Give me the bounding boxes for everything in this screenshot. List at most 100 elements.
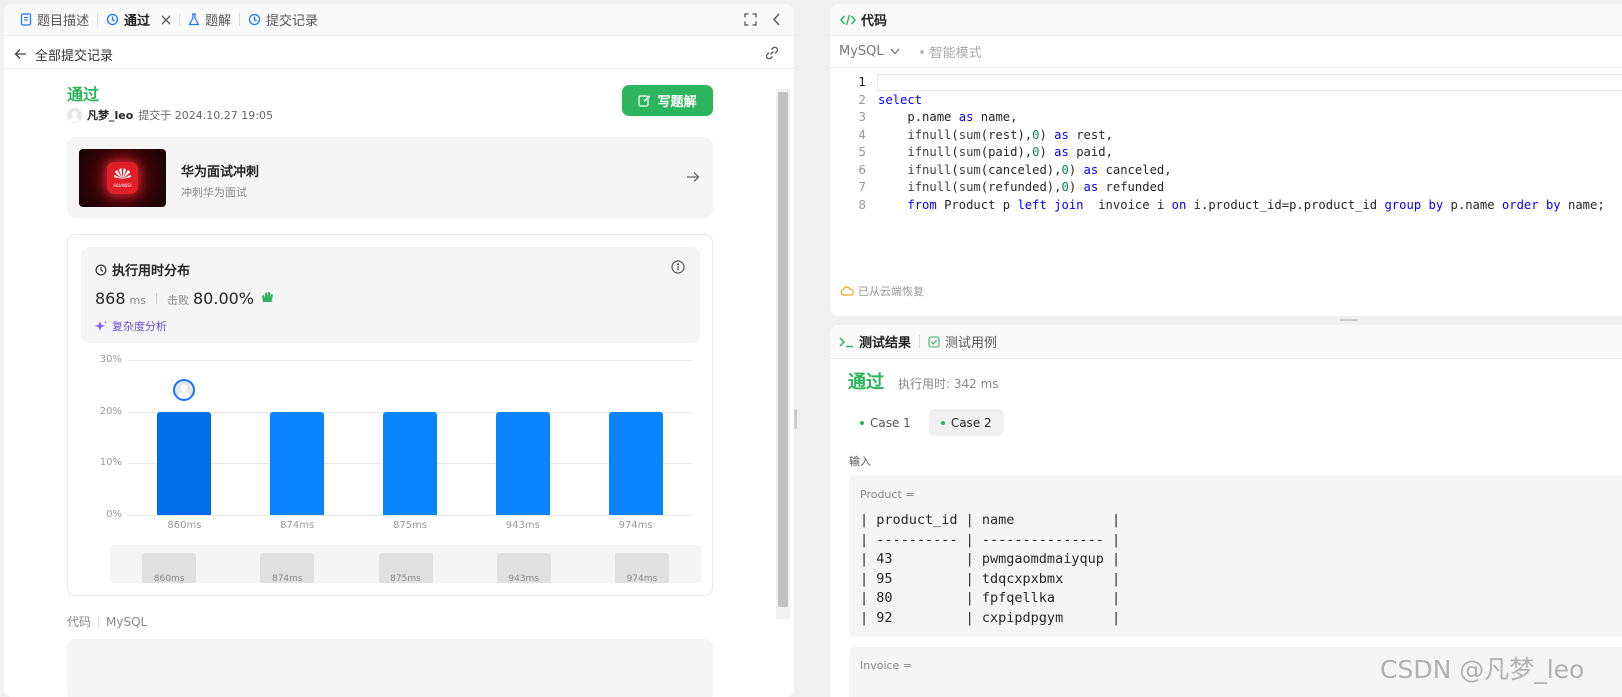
result-runtime: 执行用时: 342 ms	[898, 377, 999, 391]
case-tabs: Case 1 Case 2	[848, 409, 1004, 436]
cloud-restore-notice: 已从云端恢复	[840, 283, 924, 299]
line-number: 5	[858, 145, 866, 159]
tab-divider	[179, 13, 181, 26]
tab-solutions[interactable]: 题解	[182, 10, 237, 29]
tab-code[interactable]: 代码	[840, 10, 887, 29]
promo-thumbnail: HUAWEI	[79, 149, 166, 207]
link-icon[interactable]	[764, 46, 780, 60]
code-language: MySQL	[106, 614, 148, 629]
horizontal-splitter[interactable]	[830, 316, 1622, 325]
complexity-analysis-label: 复杂度分析	[112, 320, 167, 333]
chart-bar[interactable]	[495, 411, 550, 515]
submission-status: 通过	[67, 85, 100, 104]
history-icon	[106, 13, 119, 26]
minimap-bar: 874ms	[260, 553, 315, 583]
line-number: 8	[858, 197, 866, 212]
line-number: 1	[858, 75, 866, 89]
vertical-splitter[interactable]	[794, 4, 830, 697]
invoice-label: Invoice =	[860, 659, 913, 672]
left-scrollbar[interactable]	[776, 89, 790, 619]
language-select-value: MySQL	[839, 44, 884, 59]
code-area[interactable]: 1 2 3 4 5 6 7 8 select p.name as name, ifnull(s…	[830, 74, 1622, 274]
huawei-logo-text: HUAWEI	[113, 184, 132, 189]
horizontal-splitter-handle[interactable]	[1340, 319, 1358, 321]
code-line: select	[878, 92, 923, 107]
promo-subtitle: 冲刺华为面试	[181, 186, 247, 199]
smart-mode-toggle[interactable]: 智能模式	[919, 42, 982, 61]
write-solution-label: 写题解	[657, 95, 697, 110]
runtime-distribution-card: 执行用时分布 868 ms 击败 80.00% 复杂度分析 30% 20% 10…	[67, 234, 713, 596]
chart-bar[interactable]	[157, 411, 212, 515]
avatar[interactable]	[67, 107, 82, 123]
left-tab-bar: 题目描述 通过 题解 提交记录	[4, 4, 794, 36]
tab-accepted[interactable]: 通过	[100, 10, 177, 29]
line-number: 7	[858, 180, 866, 194]
flask-icon	[188, 13, 200, 26]
tab-submissions[interactable]: 提交记录	[242, 10, 324, 29]
code-line: p.name as name,	[907, 110, 1018, 124]
back-to-submissions[interactable]: 全部提交记录	[14, 44, 113, 64]
stat-divider	[156, 293, 157, 304]
runtime-value: 868	[95, 289, 126, 308]
document-icon	[20, 13, 32, 26]
runtime-title-row: 执行用时分布	[95, 260, 190, 279]
tab-test-cases-label: 测试用例	[945, 336, 998, 351]
code-lines: select p.name as name, ifnull(sum(rest),…	[878, 74, 1605, 214]
submit-time: 提交于 2024.10.27 19:05	[138, 109, 273, 122]
case-2-pass-dot	[940, 420, 945, 425]
tab-description[interactable]: 题目描述	[14, 10, 95, 29]
code-icon	[840, 14, 856, 26]
language-select[interactable]: MySQL	[839, 44, 900, 59]
submission-panel: 题目描述 通过 题解 提交记录 全部提交记录 通过 凡梦_leo 提交于 202…	[4, 4, 794, 697]
promo-card[interactable]: HUAWEI 华为面试冲刺 冲刺华为面试	[67, 137, 713, 218]
checkbox-icon	[928, 335, 940, 348]
product-table-row: | ---------- | --------------- |	[860, 531, 1121, 548]
product-label: Product =	[860, 488, 915, 501]
splitter-handle[interactable]	[794, 409, 797, 429]
sparkle-icon	[95, 320, 108, 333]
case-tab-1[interactable]: Case 1	[848, 409, 923, 436]
code-line: ifnull(sum(refunded),0) as refunded	[907, 180, 1165, 194]
collapse-left-icon[interactable]	[772, 13, 781, 26]
tab-solutions-label: 题解	[205, 14, 232, 29]
runtime-title: 执行用时分布	[112, 264, 191, 279]
username[interactable]: 凡梦_leo	[87, 107, 133, 123]
chart-x-tick-label: 943ms	[505, 520, 540, 531]
edit-icon	[638, 94, 651, 107]
product-table-row: | 43 | pwmgaomdmaiyqup |	[860, 551, 1121, 567]
terminal-icon	[839, 336, 854, 348]
tab-divider	[97, 13, 99, 26]
write-solution-button[interactable]: 写题解	[622, 85, 713, 116]
tab-test-result[interactable]: 测试结果	[839, 332, 917, 351]
close-icon[interactable]	[161, 15, 171, 25]
fullscreen-icon[interactable]	[744, 13, 757, 26]
left-scrollbar-thumb[interactable]	[778, 92, 788, 607]
chevron-down-icon	[890, 48, 900, 55]
chart-range-minimap[interactable]: 860ms 874ms 875ms 943ms 974ms	[110, 545, 701, 583]
arrow-right-icon	[686, 171, 700, 183]
smart-mode-dot	[919, 49, 924, 54]
code-language-row: 代码 MySQL	[67, 613, 147, 630]
code-line: from Product p left join invoice i on i.…	[907, 197, 1605, 212]
info-icon[interactable]	[671, 260, 685, 274]
code-line: ifnull(sum(paid),0) as paid,	[907, 145, 1113, 159]
cloud-icon	[840, 286, 854, 296]
case-1-pass-dot	[860, 420, 864, 425]
line-number: 4	[858, 127, 866, 142]
back-label: 全部提交记录	[35, 48, 114, 64]
tab-description-label: 题目描述	[37, 14, 90, 29]
complexity-analysis-link[interactable]: 复杂度分析	[95, 318, 167, 334]
case-tab-2[interactable]: Case 2	[928, 409, 1004, 436]
chart-bar[interactable]	[608, 411, 663, 515]
line-number-gutter: 1 2 3 4 5 6 7 8	[830, 74, 866, 214]
minimap-bar: 860ms	[142, 553, 197, 583]
code-editor-panel: 代码 MySQL 智能模式 1 2 3 4 5 6 7 8 select p.name as …	[830, 4, 1622, 316]
arrow-left-icon	[14, 48, 27, 60]
runtime-summary: 执行用时分布 868 ms 击败 80.00% 复杂度分析	[81, 247, 700, 343]
code-label: 代码	[67, 615, 92, 629]
chart-y-tick-label: 20%	[99, 405, 122, 417]
chart-bar[interactable]	[383, 411, 437, 515]
chart-x-tick-label: 874ms	[280, 520, 315, 531]
tab-test-cases[interactable]: 测试用例	[922, 332, 1003, 351]
chart-bar[interactable]	[270, 411, 325, 515]
